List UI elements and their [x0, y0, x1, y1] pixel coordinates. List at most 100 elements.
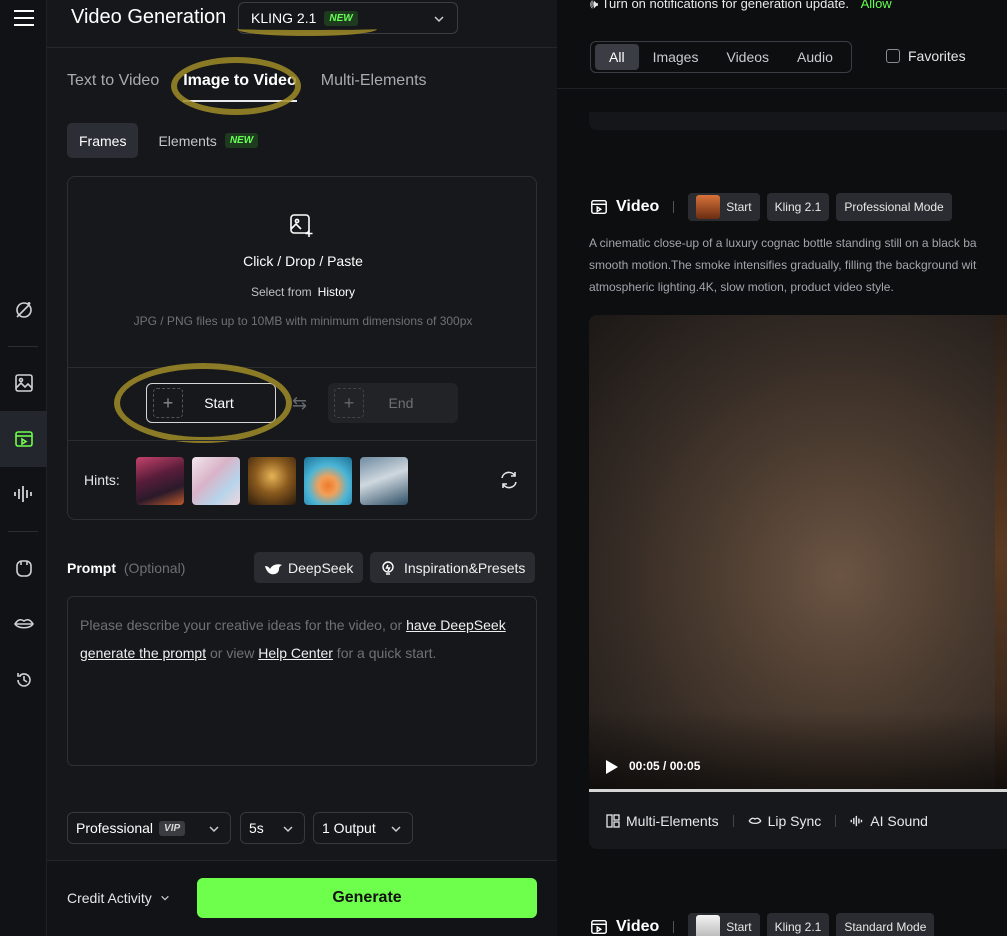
magic-wand-icon [15, 302, 32, 318]
filter-all[interactable]: All [595, 44, 639, 70]
output-count-select[interactable]: 1 Output [313, 812, 413, 844]
chevron-down-icon [283, 826, 293, 833]
panel-footer: Credit Activity Generate [47, 860, 557, 936]
card-type: Video [616, 918, 660, 935]
panel-header: Video Generation KLING 2.1 NEW [47, 0, 557, 48]
prompt-description: A cinematic close-up of a luxury cognac … [589, 232, 1007, 298]
generate-button[interactable]: Generate [197, 878, 537, 918]
hint-thumbnail[interactable] [304, 457, 352, 505]
video-icon [591, 919, 607, 935]
inspiration-label: Inspiration&Presets [404, 559, 526, 576]
multi-elements-action[interactable]: Multi-Elements [606, 813, 719, 829]
allow-notifications-link[interactable]: Allow [861, 0, 892, 11]
rail-effects[interactable] [0, 282, 47, 338]
elements-new-badge: NEW [224, 133, 259, 148]
previous-card [589, 112, 1007, 130]
card-actions: Multi-Elements Lip Sync AI Sound [589, 792, 1007, 849]
credit-activity-label: Credit Activity [67, 890, 152, 906]
chevron-down-icon [209, 826, 219, 833]
rail-lip-sync[interactable] [0, 596, 47, 652]
model-new-badge: NEW [324, 10, 358, 26]
plus-icon: + [153, 388, 183, 418]
filter-images[interactable]: Images [639, 44, 713, 70]
description-line: A cinematic close-up of a luxury cognac … [589, 236, 977, 250]
history-link[interactable]: History [318, 285, 355, 299]
prompt-optional: (Optional) [123, 560, 186, 576]
prompt-placeholder-1: Please describe your creative ideas for … [80, 617, 407, 633]
swap-icon[interactable]: ⇆ [292, 393, 307, 414]
rail-history[interactable] [0, 652, 47, 708]
ai-sound-action[interactable]: AI Sound [850, 813, 928, 829]
filter-videos[interactable]: Videos [712, 44, 783, 70]
result-filter: All Images Videos Audio [590, 41, 852, 73]
avatar-icon [15, 560, 32, 577]
left-rail [0, 0, 47, 936]
chevron-down-icon [434, 16, 444, 23]
notice-text: Turn on notifications for generation upd… [601, 0, 849, 11]
play-icon[interactable] [605, 759, 619, 775]
model-name: KLING 2.1 [251, 10, 317, 26]
divider [68, 367, 536, 368]
hint-thumbnail[interactable] [360, 457, 408, 505]
select-from-label: Select from [250, 285, 312, 299]
subtab-frames[interactable]: Frames [67, 123, 139, 158]
start-frame-button[interactable]: + Start [146, 383, 276, 423]
prompt-input[interactable]: Please describe your creative ideas for … [67, 596, 537, 766]
start-frame-chip[interactable]: Start [688, 193, 760, 221]
hint-thumbnail[interactable] [136, 457, 184, 505]
prompt-placeholder-3: for a quick start. [332, 645, 437, 661]
lips-icon [748, 817, 762, 824]
video-time: 00:05 / 00:05 [629, 759, 701, 773]
mode-chip: Professional Mode [836, 193, 952, 221]
model-select[interactable]: KLING 2.1 NEW [238, 2, 458, 34]
tab-text-to-video[interactable]: Text to Video [67, 72, 159, 102]
lips-icon [13, 618, 34, 629]
inspiration-presets-button[interactable]: Inspiration&Presets [370, 552, 536, 583]
add-image-icon [290, 214, 313, 237]
speaker-icon: 🕪 [590, 0, 599, 11]
rail-images[interactable] [0, 355, 47, 411]
hint-thumbnail[interactable] [192, 457, 240, 505]
start-chip-label: Start [726, 200, 752, 214]
hint-thumbnail[interactable] [248, 457, 296, 505]
credit-activity-button[interactable]: Credit Activity [67, 890, 170, 906]
prompt-placeholder-2: or view [206, 645, 259, 661]
lightbulb-icon [382, 560, 394, 575]
image-upload-area[interactable]: Click / Drop / Paste Select from History … [67, 176, 537, 520]
vip-badge: VIP [159, 820, 186, 836]
description-line: smooth motion.The smoke intensifies grad… [589, 258, 977, 272]
filter-audio[interactable]: Audio [783, 44, 847, 70]
mode-select[interactable]: Professional VIP [67, 812, 231, 844]
rail-audio[interactable] [0, 466, 47, 522]
results-area: 🕪 Turn on notifications for generation u… [557, 0, 1007, 936]
help-center-link[interactable]: Help Center [258, 645, 333, 661]
card-header: Video Start Kling 2.1 Standard Mode [590, 913, 941, 936]
rail-video[interactable] [0, 411, 47, 467]
tab-multi-elements[interactable]: Multi-Elements [321, 72, 427, 102]
deepseek-button[interactable]: DeepSeek [254, 552, 364, 583]
page-title: Video Generation [71, 6, 227, 28]
duration-value: 5s [249, 820, 264, 836]
divider [68, 440, 536, 441]
audio-icon [850, 815, 863, 826]
video-player[interactable]: 00:05 / 00:05 [589, 315, 1007, 790]
divider [557, 88, 1007, 89]
favorites-toggle[interactable]: Favorites [886, 48, 966, 64]
lip-sync-action[interactable]: Lip Sync [748, 813, 821, 829]
menu-button[interactable] [0, 0, 47, 46]
rail-avatar[interactable] [0, 540, 47, 596]
start-frame-chip[interactable]: Start [688, 913, 760, 936]
duration-select[interactable]: 5s [240, 812, 305, 844]
subtab-elements-label: Elements [158, 132, 217, 149]
favorites-checkbox[interactable] [886, 49, 900, 63]
video-icon [591, 199, 607, 215]
card-header: Video Start Kling 2.1 Professional Mode [590, 193, 959, 221]
subtab-elements[interactable]: Elements NEW [146, 123, 270, 158]
mode-value: Professional [76, 820, 154, 836]
refresh-icon[interactable] [498, 469, 520, 491]
tab-image-to-video[interactable]: Image to Video [183, 72, 297, 102]
favorites-label: Favorites [908, 48, 966, 64]
end-frame-button[interactable]: + End [328, 383, 458, 423]
hints-label: Hints: [84, 472, 120, 488]
card-type: Video [616, 198, 660, 215]
